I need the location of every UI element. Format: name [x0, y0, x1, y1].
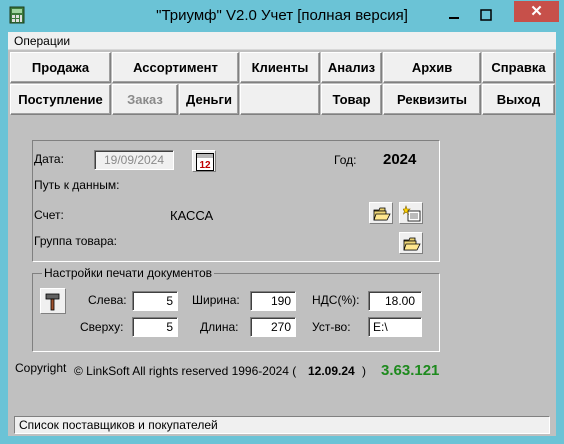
open-folder-icon: [373, 207, 391, 221]
copyright-rights: © LinkSoft All rights reserved 1996-2024…: [74, 364, 297, 378]
goods-button[interactable]: Товар: [321, 84, 382, 115]
date-field[interactable]: 19/09/2024: [94, 150, 174, 170]
money-button[interactable]: Деньги: [179, 84, 239, 115]
minimize-icon[interactable]: [446, 9, 462, 21]
left-margin-label: Слева:: [88, 293, 127, 307]
print-settings-legend: Настройки печати документов: [42, 266, 215, 280]
product-group-open-button[interactable]: [399, 232, 423, 254]
top-margin-label: Сверху:: [80, 320, 124, 334]
device-field[interactable]: E:\: [368, 317, 422, 337]
app-window: "Триумф" V2.0 Учет [полная версия] ✕ Опе…: [0, 0, 564, 444]
close-icon[interactable]: ✕: [514, 1, 559, 22]
title-bar[interactable]: "Триумф" V2.0 Учет [полная версия] ✕: [0, 0, 564, 32]
year-value: 2024: [383, 151, 417, 168]
build-date-close: ): [362, 364, 366, 378]
requisites-button[interactable]: Реквизиты: [383, 84, 481, 115]
left-margin-field[interactable]: 5: [132, 291, 178, 311]
new-item-icon: [403, 205, 421, 222]
width-field[interactable]: 190: [250, 291, 296, 311]
account-open-button[interactable]: [369, 202, 393, 224]
maximize-icon[interactable]: [478, 9, 494, 21]
device-label: Уст-во:: [312, 320, 351, 334]
menu-bar: Операции: [8, 32, 556, 50]
print-settings-panel: [32, 273, 440, 352]
calendar-icon: 12: [196, 153, 214, 171]
archive-button[interactable]: Архив: [383, 52, 481, 83]
calendar-icon-text: 12: [199, 160, 211, 171]
width-label: Ширина:: [192, 293, 240, 307]
order-button[interactable]: Заказ: [112, 84, 178, 115]
calendar-button[interactable]: 12: [192, 150, 216, 172]
product-group-label: Группа товара:: [34, 234, 117, 248]
account-label: Счет:: [34, 208, 64, 222]
hammer-icon: [45, 293, 60, 311]
copyright-label: Copyright: [15, 361, 67, 375]
top-margin-field[interactable]: 5: [132, 317, 178, 337]
exit-button[interactable]: Выход: [482, 84, 555, 115]
receipt-button[interactable]: Поступление: [10, 84, 111, 115]
status-bar: Список поставщиков и покупателей: [14, 416, 550, 434]
data-path-label: Путь к данным:: [34, 178, 120, 192]
account-value: КАССА: [170, 208, 214, 223]
sale-button[interactable]: Продажа: [10, 52, 111, 83]
vat-field[interactable]: 18.00: [368, 291, 422, 311]
clients-button[interactable]: Клиенты: [240, 52, 320, 83]
menu-operations[interactable]: Операции: [14, 34, 70, 48]
length-field[interactable]: 270: [250, 317, 296, 337]
account-new-button[interactable]: [399, 202, 423, 224]
client-area: Операции Продажа Ассортимент Клиенты Ана…: [8, 32, 556, 436]
assortment-button[interactable]: Ассортимент: [112, 52, 239, 83]
length-label: Длина:: [200, 320, 239, 334]
vat-label: НДС(%):: [312, 293, 360, 307]
open-folder-icon: [403, 237, 421, 251]
analysis-button[interactable]: Анализ: [321, 52, 382, 83]
version-label: 3.63.121: [381, 362, 440, 379]
help-button[interactable]: Справка: [482, 52, 555, 83]
empty-toolbar-slot: [240, 84, 320, 115]
build-date: 12.09.24: [308, 364, 355, 378]
date-label: Дата:: [34, 152, 64, 166]
year-label: Год:: [334, 153, 357, 167]
print-setup-button[interactable]: [40, 288, 66, 314]
